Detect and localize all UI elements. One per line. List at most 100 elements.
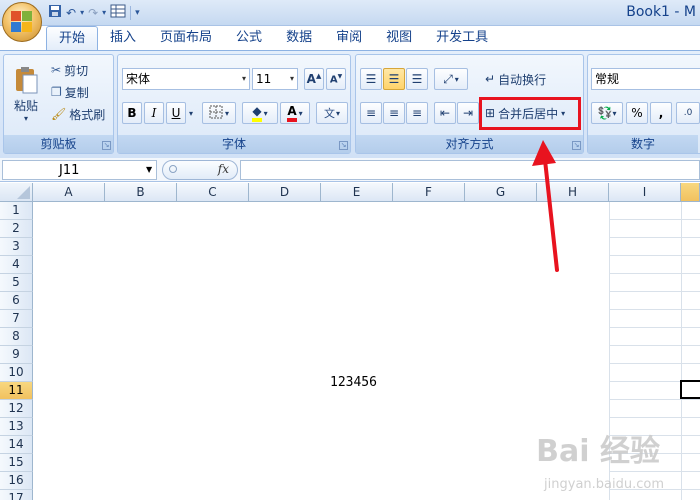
row-header-13[interactable]: 13 (0, 418, 33, 436)
copy-button[interactable]: ❐ 复制 (50, 81, 112, 103)
align-bottom-icon: ☰ (411, 72, 423, 86)
row-header-16[interactable]: 16 (0, 472, 33, 490)
row-header-14[interactable]: 14 (0, 436, 33, 454)
align-bottom-button[interactable]: ☰ (406, 68, 428, 90)
select-all-corner[interactable] (0, 183, 33, 202)
tab-home[interactable]: 开始 (46, 26, 99, 50)
row-header-11[interactable]: 11 (0, 382, 33, 400)
row-header-3[interactable]: 3 (0, 238, 33, 256)
row-header-2[interactable]: 2 (0, 220, 33, 238)
gridline (609, 327, 700, 328)
gridline (609, 417, 700, 418)
name-box[interactable]: J11 ▼ (2, 160, 157, 180)
orientation-button[interactable]: ⤢ ▾ (434, 68, 468, 90)
tab-developer[interactable]: 开发工具 (424, 26, 500, 50)
column-header-c[interactable]: C (177, 183, 249, 202)
row-header-7[interactable]: 7 (0, 310, 33, 328)
row-header-10[interactable]: 10 (0, 364, 33, 382)
orientation-icon: ⤢ (443, 71, 453, 86)
office-button[interactable] (2, 2, 42, 42)
row-header-4[interactable]: 4 (0, 256, 33, 274)
column-header-h[interactable]: H (537, 183, 609, 202)
tab-view[interactable]: 视图 (374, 26, 424, 50)
phonetic-button[interactable]: 文 ▾ (316, 102, 348, 124)
font-color-button[interactable]: A ▾ (280, 102, 310, 124)
redo-icon[interactable]: ↷ (88, 4, 98, 22)
row-header-12[interactable]: 12 (0, 400, 33, 418)
brush-icon: 🖌 (51, 107, 67, 121)
increase-indent-button[interactable]: ⇥ (457, 102, 479, 124)
row-header-5[interactable]: 5 (0, 274, 33, 292)
paste-button[interactable]: 粘贴 ▾ (6, 57, 46, 131)
align-left-button[interactable]: ≡ (360, 102, 382, 124)
redo-dropdown-icon[interactable]: ▾ (102, 4, 106, 22)
number-format-combo[interactable]: 常规 (591, 68, 700, 90)
column-header-g[interactable]: G (465, 183, 537, 202)
cut-label: 剪切 (64, 63, 89, 78)
column-header-e[interactable]: E (321, 183, 393, 202)
tab-page-layout[interactable]: 页面布局 (148, 26, 224, 50)
table-icon[interactable] (110, 4, 126, 22)
wrap-text-button[interactable]: ↵ 自动换行 (484, 68, 580, 90)
bold-button[interactable]: B (122, 102, 142, 124)
row-header-17[interactable]: 17 (0, 490, 33, 500)
column-header-j[interactable] (681, 183, 700, 202)
tab-insert[interactable]: 插入 (98, 26, 148, 50)
tab-data[interactable]: 数据 (274, 26, 324, 50)
increase-decimal-button[interactable]: .0 (676, 102, 700, 124)
grow-font-button[interactable]: A▲ (304, 68, 324, 90)
column-header-a[interactable]: A (33, 183, 105, 202)
formula-input[interactable] (240, 160, 700, 180)
comma-style-button[interactable]: , (650, 102, 672, 124)
column-header-i[interactable]: I (609, 183, 681, 202)
phonetic-dropdown-icon: ▾ (335, 108, 340, 118)
customize-qat-icon[interactable]: ▾ (135, 4, 140, 22)
save-icon[interactable] (48, 4, 62, 22)
orientation-dropdown-icon: ▾ (454, 74, 459, 84)
gridline (609, 363, 700, 364)
align-center-button[interactable]: ≡ (383, 102, 405, 124)
cut-button[interactable]: ✂ 剪切 (50, 59, 112, 81)
undo-icon[interactable]: ↶ (66, 4, 76, 22)
format-painter-button[interactable]: 🖌 格式刷 (50, 103, 112, 125)
fill-color-button[interactable]: ◆ ▾ (242, 102, 278, 124)
alignment-launcher-icon[interactable]: ↘ (572, 141, 581, 150)
underline-button[interactable]: U (166, 102, 186, 124)
font-name-combo[interactable]: 宋体 ▾ (122, 68, 250, 90)
undo-dropdown-icon[interactable]: ▾ (80, 4, 84, 22)
row-header-6[interactable]: 6 (0, 292, 33, 310)
merged-cell-a1-h17[interactable]: 123456 (33, 202, 609, 500)
row-header-15[interactable]: 15 (0, 454, 33, 472)
insert-function-icon[interactable]: fx (218, 162, 229, 176)
title-bar: ↶ ▾ ↷ ▾ ▾ Book1 - M (0, 0, 700, 26)
gridline (609, 471, 700, 472)
row-header-8[interactable]: 8 (0, 328, 33, 346)
format-painter-label: 格式刷 (69, 107, 106, 122)
column-header-d[interactable]: D (249, 183, 321, 202)
column-header-b[interactable]: B (105, 183, 177, 202)
expand-icon[interactable] (169, 165, 177, 173)
clipboard-launcher-icon[interactable]: ↘ (102, 141, 111, 150)
row-header-1[interactable]: 1 (0, 202, 33, 220)
align-middle-button[interactable]: ☰ (383, 68, 405, 90)
percent-style-button[interactable]: % (626, 102, 648, 124)
alignment-group-label: 对齐方式 (356, 135, 583, 153)
accounting-dropdown-icon: ▾ (612, 108, 617, 118)
borders-button[interactable]: ▾ (202, 102, 236, 124)
decrease-indent-button[interactable]: ⇤ (434, 102, 456, 124)
shrink-font-button[interactable]: A▼ (326, 68, 346, 90)
row-header-9[interactable]: 9 (0, 346, 33, 364)
office-logo-icon (11, 11, 33, 33)
align-top-button[interactable]: ☰ (360, 68, 382, 90)
font-size-combo[interactable]: 11 ▾ (252, 68, 298, 90)
align-right-button[interactable]: ≡ (406, 102, 428, 124)
tab-review[interactable]: 审阅 (324, 26, 374, 50)
increase-decimal-icon: .0 (683, 108, 693, 118)
tab-formulas[interactable]: 公式 (224, 26, 274, 50)
font-launcher-icon[interactable]: ↘ (339, 141, 348, 150)
active-cell-j11[interactable] (680, 380, 700, 399)
column-header-f[interactable]: F (393, 183, 465, 202)
underline-dropdown-icon[interactable]: ▾ (186, 102, 196, 124)
italic-button[interactable]: I (144, 102, 164, 124)
accounting-format-button[interactable]: 💱 ▾ (591, 102, 623, 124)
